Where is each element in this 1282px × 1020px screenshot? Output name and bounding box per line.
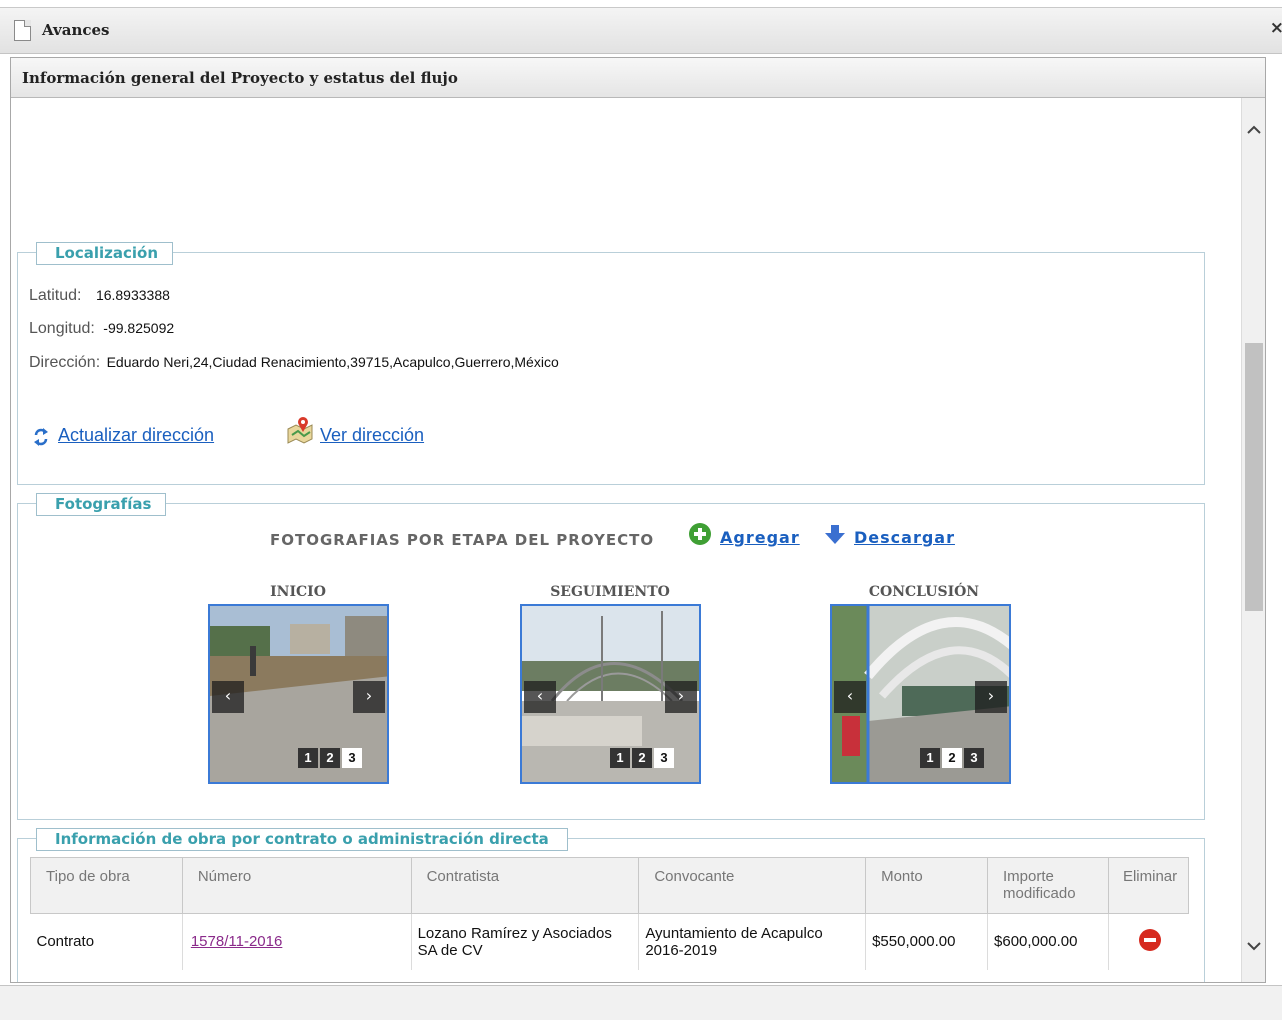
map-icon[interactable] xyxy=(286,415,316,449)
scrollbar-thumb[interactable] xyxy=(1245,343,1263,611)
column-header-eliminar[interactable]: Eliminar xyxy=(1107,857,1190,914)
page-3-button[interactable]: 3 xyxy=(654,748,674,768)
bottom-bar xyxy=(0,985,1282,1020)
carousel-prev-button[interactable]: ‹ xyxy=(834,681,866,713)
cell-contratista: Lozano Ramírez y Asociados SA de CV xyxy=(410,913,639,970)
carousel-next-button[interactable]: › xyxy=(353,681,385,713)
address-label: Dirección: xyxy=(29,354,101,371)
add-icon[interactable] xyxy=(688,522,712,550)
scroll-up-icon[interactable] xyxy=(1246,122,1262,138)
page-3-button[interactable]: 3 xyxy=(342,748,362,768)
location-legend: Localización xyxy=(36,242,174,265)
table-header-row: Tipo de obra Número Contratista Convocan… xyxy=(30,857,1190,914)
view-address-link[interactable]: Ver dirección xyxy=(320,425,424,446)
column-header-numero[interactable]: Número xyxy=(181,857,412,914)
latitude-row: Latitud: 16.8933388 xyxy=(29,287,170,305)
carousel-prev-button[interactable]: ‹ xyxy=(212,681,244,713)
contract-legend: Información de obra por contrato o admin… xyxy=(36,828,568,851)
cell-convocante: Ayuntamiento de Acapulco 2016-2019 xyxy=(638,913,866,970)
window-title: Avances xyxy=(42,21,110,39)
panel-header: Información general del Proyecto y estat… xyxy=(11,58,1265,98)
update-address-link[interactable]: Actualizar dirección xyxy=(58,425,214,446)
carousel-pager: 1 2 3 xyxy=(610,748,674,768)
carousel-prev-button[interactable]: ‹ xyxy=(524,681,556,713)
photos-heading: FOTOGRAFIAS POR ETAPA DEL PROYECTO xyxy=(270,531,655,549)
window-titlebar: Avances × xyxy=(0,8,1282,54)
photos-section: Fotografías FOTOGRAFIAS POR ETAPA DEL PR… xyxy=(17,493,1205,820)
contract-section: Información de obra por contrato o admin… xyxy=(17,828,1205,982)
add-photo-link[interactable]: Agregar xyxy=(720,528,800,547)
cell-monto: $550,000.00 xyxy=(865,913,988,970)
vertical-scrollbar[interactable] xyxy=(1241,98,1265,982)
stage-title-inicio: INICIO xyxy=(270,584,326,600)
column-header-contratista[interactable]: Contratista xyxy=(410,857,640,914)
location-section: Localización Latitud: 16.8933388 Longitu… xyxy=(17,242,1205,485)
photos-legend: Fotografías xyxy=(36,493,167,516)
photo-carousel-seguimiento[interactable]: ‹ › 1 2 3 xyxy=(520,604,701,784)
close-icon[interactable]: × xyxy=(1270,18,1282,38)
carousel-next-button[interactable]: › xyxy=(975,681,1007,713)
stage-title-conclusion: CONCLUSIÓN xyxy=(868,584,980,600)
carousel-next-button[interactable]: › xyxy=(665,681,697,713)
longitude-row: Longitud: -99.825092 xyxy=(29,320,174,338)
stage-title-seguimiento: SEGUIMIENTO xyxy=(550,584,670,600)
document-icon xyxy=(14,20,31,41)
contract-table: Tipo de obra Número Contratista Convocan… xyxy=(30,857,1190,970)
scroll-down-icon[interactable] xyxy=(1246,938,1262,954)
cell-tipo: Contrato xyxy=(36,933,95,951)
page-2-button[interactable]: 2 xyxy=(320,748,340,768)
latitude-value: 16.8933388 xyxy=(95,287,170,303)
page-2-button[interactable]: 2 xyxy=(632,748,652,768)
cell-importe: $600,000.00 xyxy=(987,913,1109,970)
page-1-button[interactable]: 1 xyxy=(298,748,318,768)
address-row: Dirección: Eduardo Neri,24,Ciudad Renaci… xyxy=(29,354,559,372)
carousel-pager: 1 2 3 xyxy=(298,748,362,768)
delete-icon[interactable] xyxy=(1138,928,1161,951)
longitude-value: -99.825092 xyxy=(103,320,175,336)
photo-carousel-inicio[interactable]: ‹ › 1 2 3 xyxy=(208,604,389,784)
download-photo-link[interactable]: Descargar xyxy=(854,528,955,547)
table-row: Contrato 1578/11-2016 Lozano Ramírez y A… xyxy=(31,913,1189,970)
column-header-monto[interactable]: Monto xyxy=(865,857,989,914)
address-value: Eduardo Neri,24,Ciudad Renacimiento,3971… xyxy=(106,354,559,370)
longitude-label: Longitud: xyxy=(29,320,95,337)
page-2-button[interactable]: 2 xyxy=(942,748,962,768)
page-1-button[interactable]: 1 xyxy=(920,748,940,768)
panel-content: Localización Latitud: 16.8933388 Longitu… xyxy=(11,98,1241,982)
carousel-pager: 1 2 3 xyxy=(920,748,984,768)
download-icon[interactable] xyxy=(824,524,846,550)
column-header-convocante[interactable]: Convocante xyxy=(638,857,867,914)
latitude-label: Latitud: xyxy=(29,287,82,304)
project-panel: Información general del Proyecto y estat… xyxy=(10,57,1266,983)
column-header-importe[interactable]: Importe modificado xyxy=(987,857,1109,914)
column-header-tipo[interactable]: Tipo de obra xyxy=(30,857,183,914)
page-1-button[interactable]: 1 xyxy=(610,748,630,768)
refresh-icon[interactable] xyxy=(33,427,49,451)
contract-number-link[interactable]: 1578/11-2016 xyxy=(191,933,282,950)
panel-title: Información general del Proyecto y estat… xyxy=(22,69,458,87)
page-3-button[interactable]: 3 xyxy=(964,748,984,768)
photo-carousel-conclusion[interactable]: ‹ › 1 2 3 xyxy=(830,604,1011,784)
outer-top-edge xyxy=(0,0,1282,8)
